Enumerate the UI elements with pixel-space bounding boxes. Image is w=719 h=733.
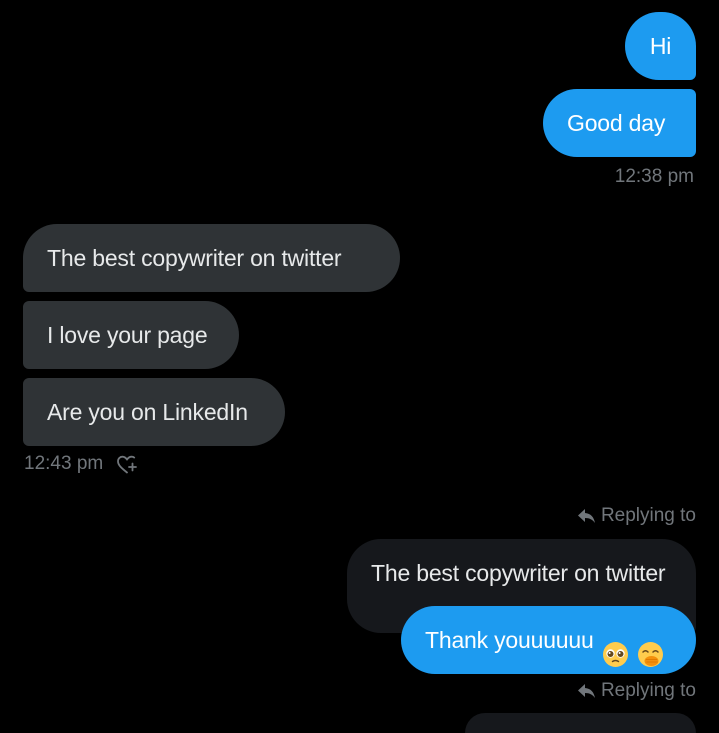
message-timestamp: 12:43 pm (24, 453, 104, 474)
replying-to-indicator: Replying to (577, 680, 696, 702)
quoted-text: The best copywriter on twitter (371, 560, 666, 586)
message-text: Thank youuuuuu (425, 627, 594, 653)
message-text: The best copywriter on twitter (47, 245, 342, 271)
message-text: I love your page (47, 322, 208, 348)
message-text: Good day (567, 110, 666, 136)
message-text: Hi (649, 33, 672, 59)
incoming-message[interactable]: The best copywriter on twitter (23, 224, 400, 292)
quoted-message-partial[interactable] (465, 713, 696, 733)
incoming-message[interactable]: I love your page (23, 301, 239, 369)
replying-label: Replying to (600, 505, 696, 526)
reply-arrow-icon (577, 682, 597, 700)
message-text: Are you on LinkedIn (47, 399, 248, 425)
outgoing-message[interactable]: Hi (625, 12, 696, 80)
incoming-message[interactable]: Are you on LinkedIn (23, 378, 285, 446)
replying-to-indicator: Replying to (577, 505, 696, 527)
message-timestamp: 12:38 pm (614, 166, 694, 187)
replying-label: Replying to (600, 680, 696, 701)
outgoing-message[interactable]: Good day (543, 89, 696, 157)
outgoing-reply-message[interactable]: Thank youuuuuu (401, 606, 696, 674)
heart-plus-icon[interactable] (115, 452, 139, 476)
reply-arrow-icon (577, 507, 597, 525)
face-with-hand-over-mouth-emoji (637, 626, 664, 668)
pleading-face-emoji (602, 626, 629, 668)
